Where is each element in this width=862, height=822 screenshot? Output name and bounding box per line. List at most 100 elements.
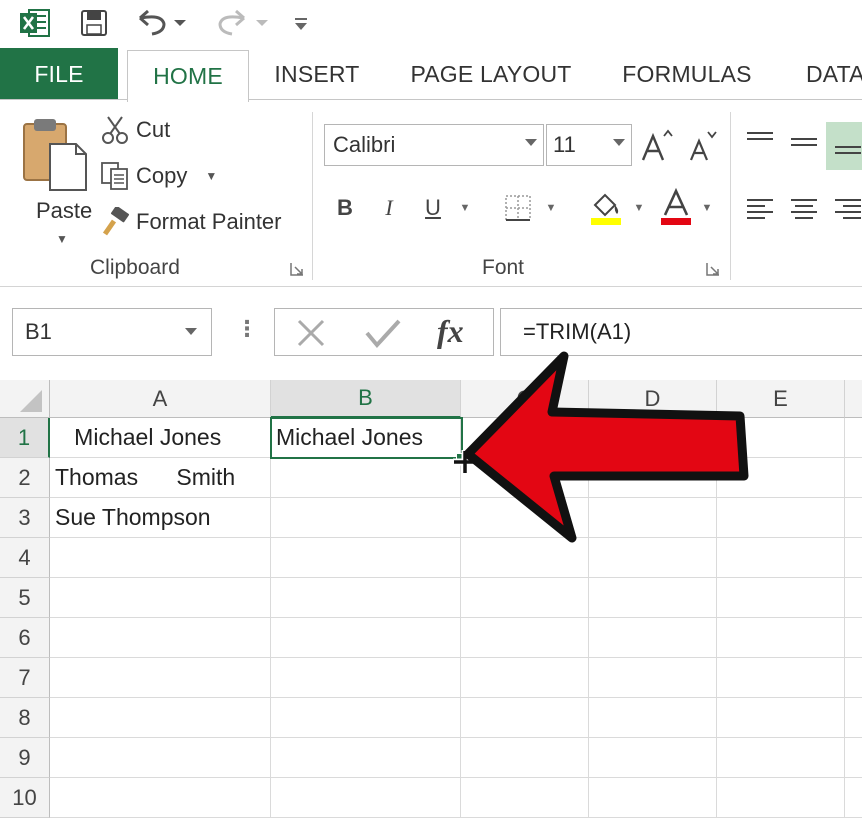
cell-a4[interactable] (50, 538, 271, 578)
column-header-b[interactable]: B (271, 380, 461, 418)
tab-home[interactable]: HOME (127, 50, 249, 102)
cell-f4[interactable] (845, 538, 862, 578)
row-header-8[interactable]: 8 (0, 698, 50, 738)
cell-a8[interactable] (50, 698, 271, 738)
cell-e10[interactable] (717, 778, 845, 818)
cell-f8[interactable] (845, 698, 862, 738)
cut-button[interactable]: Cut (98, 112, 170, 148)
dialog-launcher-icon[interactable] (706, 262, 720, 276)
customize-qat-icon[interactable] (290, 6, 312, 40)
align-center-icon[interactable] (788, 194, 820, 224)
select-all-button[interactable] (0, 380, 50, 418)
enter-check-icon[interactable] (361, 313, 405, 353)
save-icon[interactable] (78, 6, 110, 40)
cell-f1[interactable] (845, 418, 862, 458)
paste-button[interactable]: Paste ▼ (14, 112, 92, 246)
chevron-down-icon[interactable]: ▼ (542, 198, 560, 218)
column-header-a[interactable]: A (50, 380, 271, 418)
cell-e6[interactable] (717, 618, 845, 658)
chevron-down-icon[interactable]: ▼ (630, 198, 648, 218)
bottom-align-icon[interactable] (826, 122, 862, 170)
cell-d6[interactable] (589, 618, 717, 658)
redo-icon[interactable] (214, 6, 270, 40)
tab-page-layout[interactable]: PAGE LAYOUT (398, 48, 584, 100)
tab-insert[interactable]: INSERT (262, 48, 372, 100)
chevron-down-icon[interactable]: ▼ (456, 198, 474, 218)
cell-c5[interactable] (461, 578, 589, 618)
cell-b5[interactable] (271, 578, 461, 618)
fill-color-icon[interactable] (586, 186, 626, 228)
cell-a5[interactable] (50, 578, 271, 618)
tab-formulas[interactable]: FORMULAS (610, 48, 764, 100)
cell-e8[interactable] (717, 698, 845, 738)
cancel-icon[interactable] (291, 313, 331, 353)
bold-button[interactable]: B (330, 190, 360, 226)
cell-a10[interactable] (50, 778, 271, 818)
align-right-icon[interactable] (830, 194, 862, 224)
cell-b6[interactable] (271, 618, 461, 658)
cell-b4[interactable] (271, 538, 461, 578)
dialog-launcher-icon[interactable] (290, 262, 304, 276)
cell-b7[interactable] (271, 658, 461, 698)
cell-f2[interactable] (845, 458, 862, 498)
font-name-select[interactable]: Calibri (324, 124, 544, 166)
grow-font-icon[interactable] (640, 126, 674, 166)
borders-icon[interactable] (500, 190, 536, 226)
row-header-2[interactable]: 2 (0, 458, 50, 498)
cell-b3[interactable] (271, 498, 461, 538)
chevron-down-icon[interactable]: ▼ (698, 198, 716, 218)
font-size-select[interactable]: 11 (546, 124, 632, 166)
middle-align-icon[interactable] (788, 128, 820, 158)
font-color-icon[interactable] (656, 186, 696, 228)
cell-f3[interactable] (845, 498, 862, 538)
tab-file[interactable]: FILE (0, 48, 118, 100)
cell-b9[interactable] (271, 738, 461, 778)
copy-button[interactable]: Copy ▼ (98, 158, 217, 194)
cell-d8[interactable] (589, 698, 717, 738)
row-header-10[interactable]: 10 (0, 778, 50, 818)
column-header-f[interactable] (845, 380, 862, 418)
cell-a9[interactable] (50, 738, 271, 778)
italic-button[interactable]: I (374, 190, 404, 226)
cell-e9[interactable] (717, 738, 845, 778)
cell-d9[interactable] (589, 738, 717, 778)
format-painter-button[interactable]: Format Painter (98, 204, 282, 240)
align-left-icon[interactable] (744, 194, 776, 224)
row-header-5[interactable]: 5 (0, 578, 50, 618)
cell-a7[interactable] (50, 658, 271, 698)
cell-d5[interactable] (589, 578, 717, 618)
cell-c6[interactable] (461, 618, 589, 658)
cell-a6[interactable] (50, 618, 271, 658)
row-header-7[interactable]: 7 (0, 658, 50, 698)
cell-c9[interactable] (461, 738, 589, 778)
cell-f7[interactable] (845, 658, 862, 698)
top-align-icon[interactable] (744, 126, 776, 156)
cell-a2[interactable]: Thomas Smith (50, 458, 271, 498)
cell-e5[interactable] (717, 578, 845, 618)
formula-bar-splitter[interactable]: ⋮ (236, 316, 258, 342)
cell-a1[interactable]: Michael Jones (50, 418, 271, 458)
row-header-4[interactable]: 4 (0, 538, 50, 578)
chevron-down-icon[interactable]: ▼ (205, 169, 217, 183)
row-header-9[interactable]: 9 (0, 738, 50, 778)
row-header-6[interactable]: 6 (0, 618, 50, 658)
cell-b8[interactable] (271, 698, 461, 738)
cell-f10[interactable] (845, 778, 862, 818)
name-box[interactable]: B1 (12, 308, 212, 356)
cell-d7[interactable] (589, 658, 717, 698)
cell-c10[interactable] (461, 778, 589, 818)
cell-e7[interactable] (717, 658, 845, 698)
cell-c8[interactable] (461, 698, 589, 738)
cell-b1[interactable]: Michael Jones (271, 418, 461, 458)
cell-b2[interactable] (271, 458, 461, 498)
insert-function-icon[interactable]: fx (437, 313, 464, 350)
row-header-1[interactable]: 1 (0, 418, 50, 458)
cell-c7[interactable] (461, 658, 589, 698)
undo-icon[interactable] (134, 6, 190, 40)
row-header-3[interactable]: 3 (0, 498, 50, 538)
cell-f9[interactable] (845, 738, 862, 778)
tab-data[interactable]: DATA (790, 48, 862, 100)
shrink-font-icon[interactable] (686, 126, 720, 166)
cell-a3[interactable]: Sue Thompson (50, 498, 271, 538)
cell-f6[interactable] (845, 618, 862, 658)
